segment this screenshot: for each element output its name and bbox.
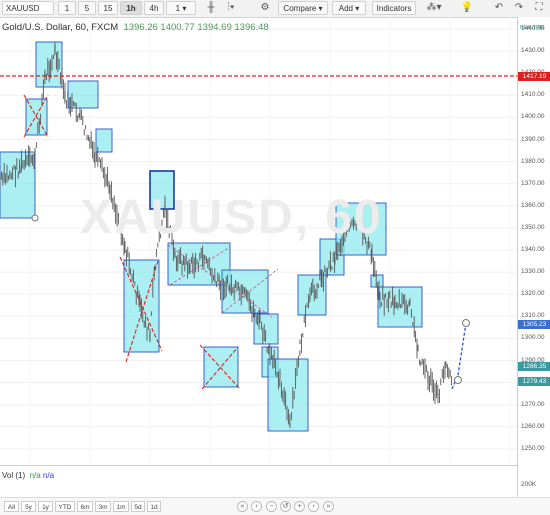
price-axis-tick: 1350.00 — [521, 223, 545, 231]
interval-1m-button[interactable]: 1 — [58, 1, 76, 15]
anchor-point — [31, 214, 39, 222]
price-axis-tick: 1340.00 — [521, 246, 545, 253]
zoom-out-icon[interactable]: − — [266, 501, 277, 512]
chart-title-bar: Gold/U.S. Dollar, 60, FXCM 1396.26 1400.… — [2, 22, 269, 33]
price-axis-tick: 1260.00 — [521, 422, 545, 430]
range-5d-button[interactable]: 5d — [131, 501, 145, 512]
range-1y-button[interactable]: 1y — [38, 501, 53, 512]
range-ytd-button[interactable]: YTD — [55, 501, 75, 512]
symbol-watermark: XAUUSD, 60 — [80, 191, 383, 244]
volume-axis: 200K — [517, 465, 550, 497]
price-axis[interactable]: REALTIME 1440.001430.001420.001410.00140… — [517, 17, 550, 465]
price-axis-tick: 1310.00 — [521, 312, 545, 320]
interval-15m-button[interactable]: 15 — [98, 1, 118, 15]
compare-label: Compare — [283, 4, 317, 13]
price-tag-low: 1279.43 — [518, 377, 550, 386]
price-tag-current: 1286.35 — [518, 362, 550, 371]
price-axis-tick: 1330.00 — [521, 268, 545, 276]
scroll-right-icon[interactable]: › — [308, 501, 319, 512]
add-label: Add — [338, 4, 353, 13]
compare-button[interactable]: Compare ▾ — [278, 1, 328, 15]
volume-label: Vol (1) — [2, 471, 26, 480]
range-all-button[interactable]: All — [4, 501, 19, 512]
chart-title: Gold/U.S. Dollar, 60, FXCM — [2, 22, 119, 33]
price-axis-tick: 1300.00 — [521, 334, 545, 342]
bar-style-icon[interactable]: ╫ — [202, 1, 220, 15]
price-axis-tick: 1360.00 — [521, 201, 545, 209]
annotation-box — [370, 274, 384, 288]
range-6m-button[interactable]: 6m — [77, 501, 93, 512]
price-axis-tick: 1320.00 — [521, 290, 545, 298]
interval-5m-button[interactable]: 5 — [78, 1, 96, 15]
price-axis-tick: 1270.00 — [521, 400, 545, 408]
fullscreen-icon[interactable]: ⛶ — [530, 1, 548, 15]
range-5y-button[interactable]: 5y — [21, 501, 36, 512]
drawing-tools-icon[interactable]: ⁂▾ — [422, 1, 446, 15]
chevron-down-icon: ▾ — [182, 4, 187, 13]
scroll-left-icon[interactable]: ‹ — [251, 501, 262, 512]
interval-dropdown[interactable]: 1 ▾ — [166, 1, 196, 15]
bottom-bar: All 5y 1y YTD 6m 3m 1m 5d 1d « ‹ − ↺ + ›… — [0, 497, 550, 515]
price-axis-tick: 1400.00 — [521, 113, 545, 121]
symbol-input[interactable]: XAUUSD — [2, 1, 54, 15]
annotation-box — [67, 80, 99, 109]
chart-type-icon[interactable]: ⫶▾ — [222, 1, 240, 15]
range-3m-button[interactable]: 3m — [95, 501, 111, 512]
interval-1h-button[interactable]: 1h — [120, 1, 142, 15]
lightbulb-icon[interactable]: 💡 — [458, 1, 476, 15]
ohlc-values: 1396.26 1400.77 1394.69 1396.48 — [123, 22, 269, 33]
redo-icon[interactable]: ↷ — [510, 1, 528, 15]
volume-axis-label: 200K — [521, 481, 537, 488]
undo-icon[interactable]: ↶ — [490, 1, 508, 15]
add-button[interactable]: Add ▾ — [332, 1, 366, 15]
volume-value-1: n/a — [29, 471, 41, 480]
price-axis-tick: 1430.00 — [521, 47, 545, 55]
forecast-target-point — [462, 319, 470, 327]
price-axis-tick: 1410.00 — [521, 91, 545, 99]
interval-4h-button[interactable]: 4h — [144, 1, 164, 15]
price-axis-tick: 1390.00 — [521, 135, 545, 143]
price-axis-tick: 1380.00 — [521, 157, 545, 165]
interval-dropdown-label: 1 — [175, 4, 181, 13]
volume-legend: Vol (1) n/a n/a — [2, 471, 54, 480]
reset-icon[interactable]: ↺ — [280, 501, 291, 512]
annotation-box — [167, 242, 231, 286]
price-axis-tick: 1440.00 — [521, 25, 545, 32]
indicators-button[interactable]: Indicators — [372, 1, 416, 15]
forecast-start-point — [454, 376, 462, 384]
scroll-right-far-icon[interactable]: » — [323, 501, 334, 512]
range-1m-button[interactable]: 1m — [113, 501, 129, 512]
volume-panel[interactable]: Vol (1) n/a n/a — [0, 465, 517, 498]
volume-value-2: n/a — [42, 471, 55, 480]
zoom-in-icon[interactable]: + — [294, 501, 305, 512]
scroll-left-far-icon[interactable]: « — [237, 501, 248, 512]
price-axis-tick: 1370.00 — [521, 179, 545, 187]
top-toolbar: XAUUSD 1 5 15 1h 4h 1 ▾ ╫ ⫶▾ ⚙ Compare ▾… — [0, 0, 550, 18]
range-1d-button[interactable]: 1d — [147, 501, 161, 512]
gear-icon[interactable]: ⚙ — [256, 1, 274, 15]
price-axis-tick: 1250.00 — [521, 444, 545, 452]
price-tag-blue: 1305.23 — [518, 320, 550, 329]
annotation-box — [95, 128, 113, 153]
price-tag-red: 1417.19 — [518, 72, 550, 81]
